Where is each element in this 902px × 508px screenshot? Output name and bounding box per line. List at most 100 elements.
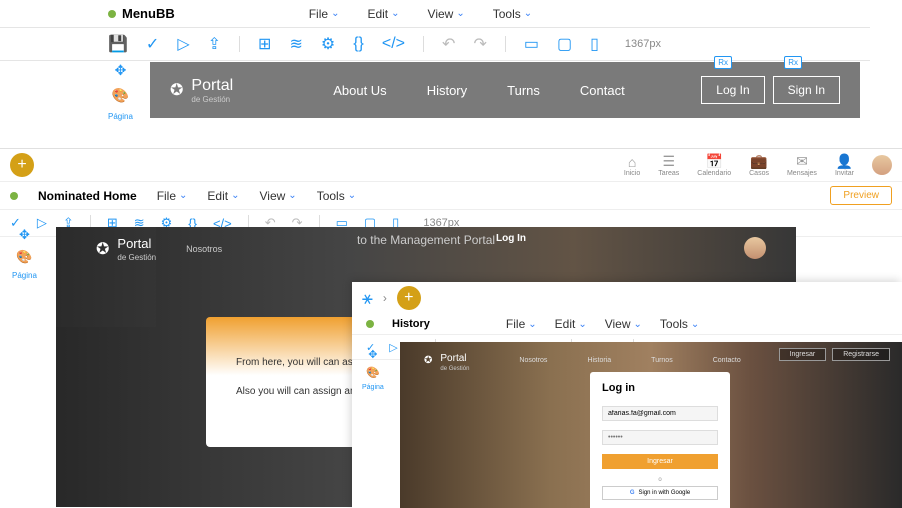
export-icon[interactable]: ⇪ (208, 34, 221, 54)
window-history: ⚹ › + History File⌄ Edit⌄ View⌄ Tools⌄ ✓… (352, 282, 902, 508)
ingresar-button[interactable]: Ingresar (779, 348, 827, 361)
layers-icon[interactable]: ≋ (289, 34, 302, 54)
login-link[interactable]: Log In (496, 233, 526, 244)
add-button[interactable]: + (10, 153, 34, 177)
hero-title: to the Management Portal (357, 233, 495, 247)
tab-invitar[interactable]: 👤Invitar (835, 153, 854, 177)
move-icon[interactable]: ✥ (368, 348, 377, 361)
sidebar-label: Página (362, 384, 384, 391)
divider (239, 36, 240, 52)
window-menubb: MenuBB File⌄ Edit⌄ View⌄ Tools⌄ 💾 ✓ ▷ ⇪ … (0, 0, 870, 61)
google-signin-button[interactable]: GSign in with Google (602, 486, 718, 500)
menu-edit[interactable]: Edit⌄ (555, 317, 587, 331)
sidebar: ✥ 🎨 Página (362, 348, 384, 391)
signin-button[interactable]: Sign In (773, 76, 840, 104)
preview-canvas: ✪ Portalde Gestión Nosotros Historia Tur… (400, 342, 902, 508)
tab-casos[interactable]: 💼Casos (749, 153, 769, 177)
menu-tools[interactable]: Tools⌄ (493, 7, 532, 21)
calendar-icon: 📅 (705, 153, 722, 170)
menu-edit[interactable]: Edit⌄ (207, 189, 239, 203)
tablet-icon[interactable]: ▢ (557, 34, 572, 54)
tab-mensajes[interactable]: ✉Mensajes (787, 153, 817, 177)
invite-icon: 👤 (836, 153, 853, 170)
move-icon[interactable]: ✥ (19, 227, 30, 243)
nav-nosotros[interactable]: Nosotros (186, 244, 222, 254)
nav-contact[interactable]: Contact (580, 83, 625, 98)
move-icon[interactable]: ✥ (115, 62, 127, 79)
chevron-down-icon: ⌄ (391, 8, 399, 19)
logo[interactable]: ✪ Portalde Gestión (424, 348, 469, 372)
menubar: File⌄ Edit⌄ View⌄ Tools⌄ (309, 7, 532, 21)
desktop-icon[interactable]: ▭ (524, 34, 539, 54)
tab-inicio[interactable]: ⌂Inicio (624, 154, 640, 177)
main-nav: About Us History Turns Contact (333, 83, 625, 98)
window-title: MenuBB (122, 6, 175, 21)
menu-view[interactable]: View⌄ (260, 189, 297, 203)
nav-turnos[interactable]: Turnos (651, 357, 673, 364)
nav-about[interactable]: About Us (333, 83, 386, 98)
home-icon: ⌂ (628, 154, 636, 170)
braces-icon[interactable]: {} (353, 35, 364, 53)
app-logo-icon[interactable]: ⚹ (362, 288, 373, 309)
nav-nosotros[interactable]: Nosotros (519, 357, 547, 364)
play-icon[interactable]: ▷ (389, 341, 397, 354)
menu-view[interactable]: View⌄ (428, 7, 465, 21)
play-icon[interactable]: ▷ (177, 34, 189, 54)
redo-icon[interactable]: ↷ (473, 34, 486, 54)
nav-turns[interactable]: Turns (507, 83, 540, 98)
app-topbar: + ⌂Inicio ☰Tareas 📅Calendario 💼Casos ✉Me… (0, 149, 902, 182)
add-button[interactable]: + (397, 286, 421, 310)
sidebar-label: Página (12, 271, 37, 280)
check-icon[interactable]: ✓ (146, 34, 159, 54)
status-dot (366, 320, 374, 328)
login-title: Log in (602, 382, 718, 394)
grid-icon[interactable]: ⊞ (258, 34, 271, 54)
play-icon[interactable]: ▷ (37, 215, 47, 231)
mobile-icon[interactable]: ▯ (590, 34, 599, 54)
login-button[interactable]: Log In (701, 76, 764, 104)
menu-file[interactable]: File⌄ (506, 317, 537, 331)
save-icon[interactable]: 💾 (108, 34, 128, 54)
menu-view[interactable]: View⌄ (605, 317, 642, 331)
logo-subtitle: de Gestión (440, 366, 469, 372)
tab-tareas[interactable]: ☰Tareas (658, 153, 679, 177)
undo-icon[interactable]: ↶ (442, 34, 455, 54)
registrarse-button[interactable]: Registrarse (832, 348, 890, 361)
menu-tools[interactable]: Tools⌄ (660, 317, 699, 331)
preview-button[interactable]: Preview (830, 186, 892, 205)
palette-icon[interactable]: 🎨 (366, 366, 380, 379)
zoom-value: 1367px (625, 38, 661, 50)
palette-icon[interactable]: 🎨 (112, 87, 129, 104)
sidebar: ✥ 🎨 Página (108, 62, 133, 121)
menu-edit[interactable]: Edit⌄ (367, 7, 399, 21)
menu-tools[interactable]: Tools⌄ (317, 189, 356, 203)
user-avatar[interactable] (744, 237, 766, 259)
app-topbar: ⚹ › + (352, 282, 902, 314)
nav-history[interactable]: History (427, 83, 467, 98)
titlebar: Nominated Home File⌄ Edit⌄ View⌄ Tools⌄ … (0, 182, 902, 210)
email-input[interactable] (602, 406, 718, 421)
logo[interactable]: ✪ Portalde Gestión (96, 235, 156, 262)
titlebar: History File⌄ Edit⌄ View⌄ Tools⌄ (352, 314, 902, 335)
auth-buttons: Log In Sign In (701, 76, 840, 104)
status-dot (108, 10, 116, 18)
titlebar: MenuBB File⌄ Edit⌄ View⌄ Tools⌄ (0, 0, 870, 27)
settings-icon[interactable]: ⚙ (321, 34, 335, 54)
nav-contacto[interactable]: Contacto (713, 357, 741, 364)
logo[interactable]: ✪ Portalde Gestión (170, 77, 233, 104)
palette-icon[interactable]: 🎨 (16, 249, 32, 265)
user-avatar[interactable] (872, 155, 892, 175)
chevron-right-icon[interactable]: › (383, 291, 387, 305)
menu-file[interactable]: File⌄ (309, 7, 340, 21)
google-icon: G (630, 490, 635, 496)
password-input[interactable] (602, 430, 718, 445)
rx-badge: Rx (714, 56, 732, 69)
status-dot (10, 192, 18, 200)
nav-historia[interactable]: Historia (587, 357, 611, 364)
code-icon[interactable]: </> (382, 35, 405, 53)
tab-calendario[interactable]: 📅Calendario (697, 153, 731, 177)
menu-file[interactable]: File⌄ (157, 189, 188, 203)
submit-button[interactable]: Ingresar (602, 454, 718, 469)
divider (423, 36, 424, 52)
preview-canvas: Rx Rx ✪ Portalde Gestión About Us Histor… (150, 62, 860, 118)
